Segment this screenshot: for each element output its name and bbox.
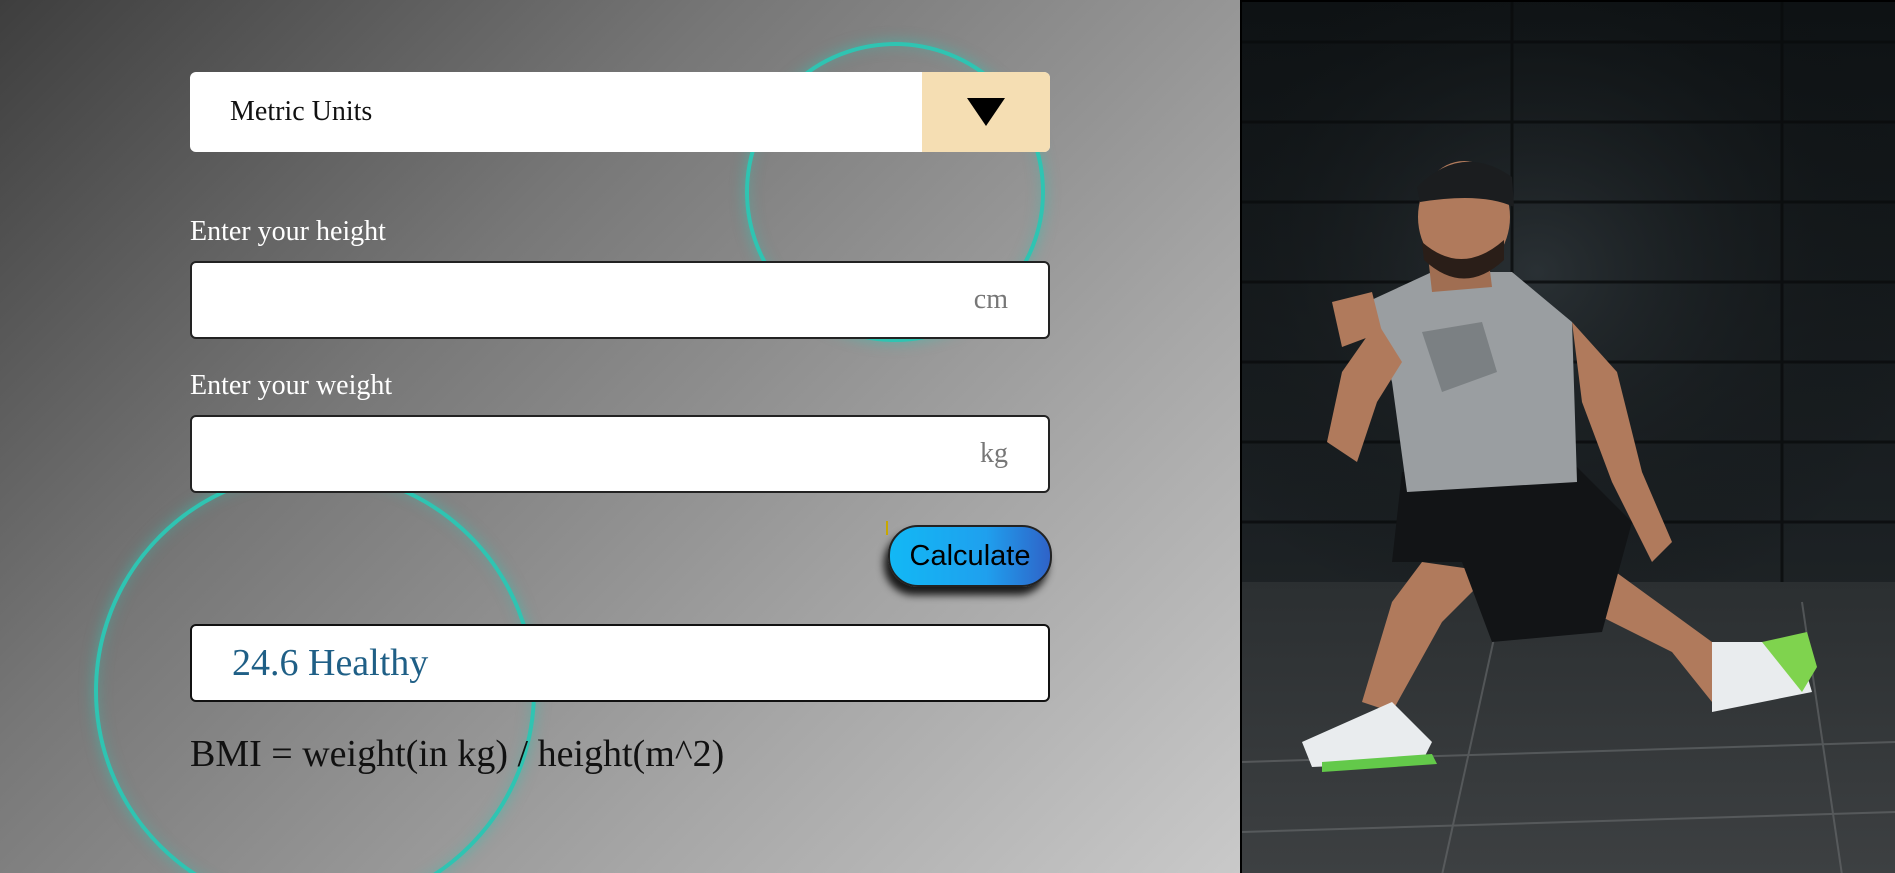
bmi-formula: BMI = weight(in kg) / height(m^2) (190, 733, 725, 775)
bmi-result: 24.6 Healthy (232, 642, 429, 684)
units-select-toggle[interactable] (922, 72, 1050, 152)
result-box: 24.6 Healthy (190, 624, 1050, 702)
athlete-illustration (1242, 2, 1895, 873)
weight-label: Enter your weight (190, 370, 393, 401)
calculate-button[interactable]: Calculate (888, 525, 1052, 587)
triangle-down-icon (967, 98, 1005, 126)
text-cursor-mark (886, 521, 888, 535)
calculator-panel: Metric Units Enter your height cm Enter … (0, 0, 1240, 873)
height-unit: cm (973, 284, 1008, 315)
height-field[interactable]: cm (190, 261, 1050, 339)
units-select-value: Metric Units (230, 96, 373, 127)
weight-unit: kg (980, 438, 1008, 469)
weight-field[interactable]: kg (190, 415, 1050, 493)
height-input[interactable] (192, 262, 974, 338)
athlete-photo (1240, 0, 1895, 873)
units-select[interactable]: Metric Units (190, 72, 1050, 152)
bmi-calculator-page: Metric Units Enter your height cm Enter … (0, 0, 1895, 873)
weight-input[interactable] (192, 416, 980, 492)
height-label: Enter your height (190, 216, 386, 247)
